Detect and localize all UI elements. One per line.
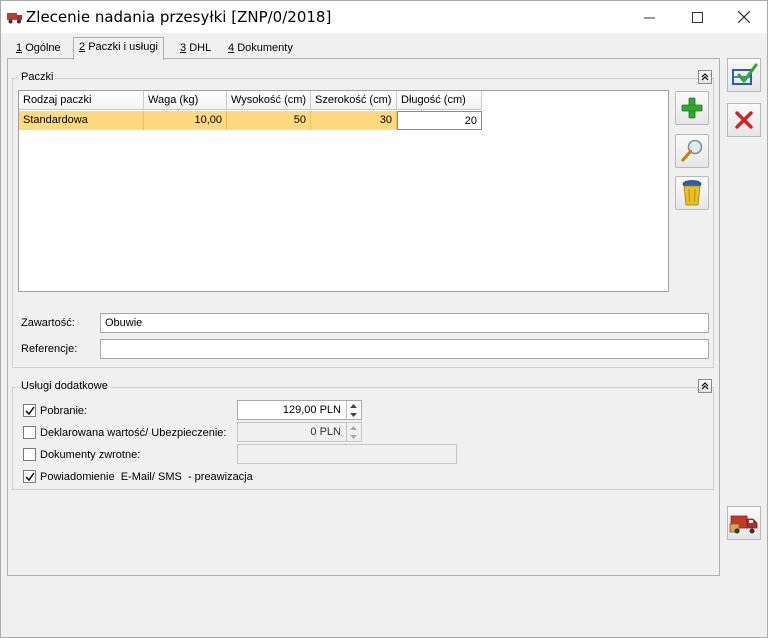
maximize-button[interactable] xyxy=(674,1,720,33)
dokumenty-zwrotne-field[interactable] xyxy=(237,444,457,464)
preview-package-button[interactable] xyxy=(675,134,709,168)
trash-bin-icon xyxy=(682,180,702,206)
deklarowana-spinner[interactable] xyxy=(346,423,360,441)
tab-paczki-i-uslugi[interactable]: 2 Paczki i usługi xyxy=(73,37,164,60)
powiadomienie-checkbox[interactable] xyxy=(23,470,36,483)
paczki-collapse-button[interactable] xyxy=(698,70,712,84)
tab-dhl[interactable]: 3 DHL xyxy=(175,39,216,59)
tab-number: 2 xyxy=(79,41,86,53)
magnifier-icon xyxy=(681,139,703,162)
dokumenty-zwrotne-label: Dokumenty zwrotne: xyxy=(40,449,141,461)
cell-szerokosc[interactable]: 30 xyxy=(311,111,397,130)
cell-wysokosc[interactable]: 50 xyxy=(227,111,311,130)
save-check-icon xyxy=(732,63,758,85)
window-title: Zlecenie nadania przesyłki [ZNP/0/2018] xyxy=(26,8,332,26)
red-x-icon xyxy=(735,111,753,129)
zawartosc-label: Zawartość: xyxy=(21,317,75,329)
title-bar: Zlecenie nadania przesyłki [ZNP/0/2018] xyxy=(1,1,767,33)
spin-down-icon[interactable] xyxy=(347,432,360,441)
column-header[interactable]: Wysokość (cm) xyxy=(227,91,311,110)
tab-label: DHL xyxy=(189,42,212,54)
minimize-button[interactable] xyxy=(626,1,672,33)
checkmark-icon xyxy=(25,406,35,415)
add-package-button[interactable] xyxy=(675,91,709,125)
close-icon xyxy=(738,11,750,23)
tab-dokumenty[interactable]: 4 Dokumenty xyxy=(223,39,298,59)
double-chevron-up-icon xyxy=(701,73,709,81)
delete-package-button[interactable] xyxy=(675,176,709,210)
dokumenty-zwrotne-checkbox[interactable] xyxy=(23,448,36,461)
column-header[interactable]: Waga (kg) xyxy=(144,91,227,110)
powiadomienie-label: Powiadomienie E-Mail/ SMS - preawizacja xyxy=(40,471,253,483)
save-button[interactable] xyxy=(727,58,761,92)
deklarowana-checkbox[interactable] xyxy=(23,426,36,439)
cell-dlugosc[interactable]: 20 xyxy=(397,111,482,130)
tab-label: Ogólne xyxy=(25,42,61,54)
send-shipment-button[interactable] xyxy=(727,506,761,540)
paczki-grid[interactable]: Rodzaj paczki Waga (kg) Wysokość (cm) Sz… xyxy=(18,90,669,292)
spin-down-icon[interactable] xyxy=(347,410,360,419)
minimize-icon xyxy=(643,17,655,18)
pobranie-amount-field[interactable]: 129,00 PLN xyxy=(237,400,362,420)
dialog-window: Zlecenie nadania przesyłki [ZNP/0/2018] … xyxy=(0,0,768,638)
pobranie-spinner[interactable] xyxy=(346,401,360,419)
pobranie-label: Pobranie: xyxy=(40,405,88,417)
deklarowana-label: Deklarowana wartość/ Ubezpieczenie: xyxy=(40,427,227,439)
uslugi-collapse-button[interactable] xyxy=(698,379,712,393)
green-plus-icon xyxy=(681,97,703,119)
uslugi-group-title: Usługi dodatkowe xyxy=(19,380,110,392)
tab-number: 4 xyxy=(228,42,235,54)
truck-icon xyxy=(7,13,22,24)
tab-ogolne[interactable]: 1 Ogólne xyxy=(11,39,66,59)
delivery-truck-icon xyxy=(729,515,758,534)
paczki-group-title: Paczki xyxy=(19,71,56,83)
double-chevron-up-icon xyxy=(701,382,709,390)
spin-up-icon[interactable] xyxy=(347,401,360,410)
referencje-field[interactable] xyxy=(100,339,709,359)
tab-number: 1 xyxy=(16,42,23,54)
deklarowana-amount-field[interactable]: 0 PLN xyxy=(237,422,362,442)
maximize-icon xyxy=(691,11,703,23)
column-header[interactable]: Długość (cm) xyxy=(397,91,482,110)
tab-label: Paczki i usługi xyxy=(88,41,158,53)
referencje-label: Referencje: xyxy=(21,343,78,355)
column-header[interactable]: Rodzaj paczki xyxy=(19,91,144,110)
tab-label: Dokumenty xyxy=(237,42,293,54)
zawartosc-field[interactable]: Obuwie xyxy=(100,313,709,333)
cell-waga[interactable]: 10,00 xyxy=(144,111,227,130)
column-header[interactable]: Szerokość (cm) xyxy=(311,91,397,110)
cancel-button[interactable] xyxy=(727,103,761,137)
close-window-button[interactable] xyxy=(721,1,767,33)
tab-number: 3 xyxy=(180,42,187,54)
cell-rodzaj[interactable]: Standardowa xyxy=(19,111,144,130)
grid-header: Rodzaj paczki Waga (kg) Wysokość (cm) Sz… xyxy=(19,91,668,110)
spin-up-icon[interactable] xyxy=(347,423,360,432)
checkmark-icon xyxy=(25,472,35,481)
pobranie-checkbox[interactable] xyxy=(23,404,36,417)
